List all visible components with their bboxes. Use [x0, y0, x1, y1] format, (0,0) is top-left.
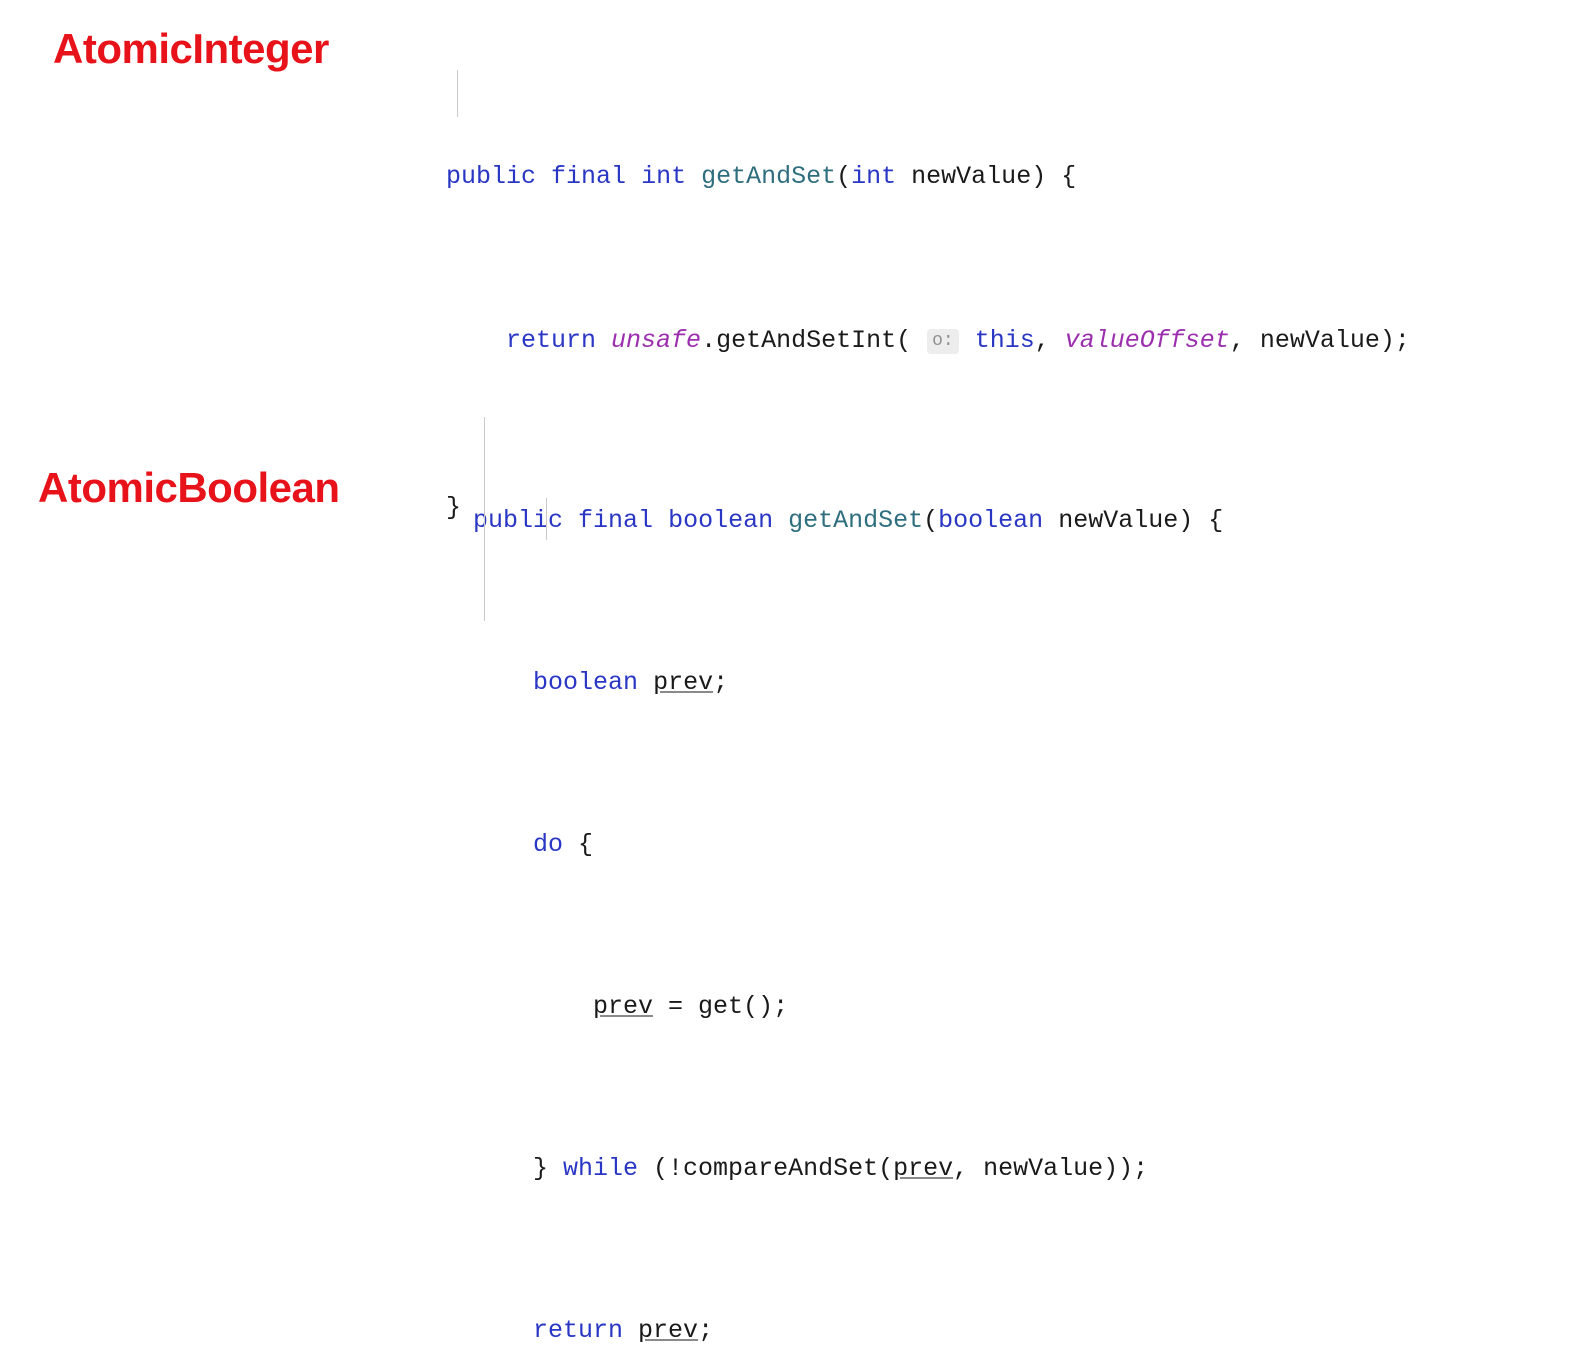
keyword-boolean: boolean [668, 505, 774, 535]
indent-guide [457, 70, 458, 117]
keyword-boolean: boolean [533, 667, 639, 697]
code-line: return unsafe.getAndSetInt( o: this, val… [446, 320, 1410, 364]
comma: , [1229, 326, 1260, 355]
section-label-atomic-integer: AtomicInteger [53, 25, 329, 72]
keyword-return: return [506, 326, 597, 355]
section-label-atomic-boolean: AtomicBoolean [38, 464, 340, 511]
method-name-get-and-set: getAndSet [788, 505, 924, 535]
line-tail: { [563, 829, 594, 859]
call-get-and-set-int: .getAndSetInt( [701, 326, 912, 355]
indent-guide [484, 417, 485, 621]
param-name-new-value: newValue [911, 162, 1032, 191]
arg-new-value: newValue [1259, 326, 1380, 355]
keyword-while: while [563, 1153, 639, 1183]
local-var-prev: prev [893, 1153, 954, 1183]
local-var-prev: prev [653, 667, 714, 697]
local-var-prev: prev [638, 1315, 699, 1345]
line-tail: ); [1379, 326, 1410, 355]
field-value-offset: valueOffset [1064, 326, 1230, 355]
code-line: } while (!compareAndSet(prev, newValue))… [473, 1149, 1223, 1190]
local-var-prev: prev [593, 991, 654, 1021]
line-tail: ; [713, 667, 729, 697]
code-line: boolean prev; [473, 663, 1223, 704]
code-line: public final int getAndSet(int newValue)… [446, 156, 1410, 197]
line-tail: ) { [1031, 162, 1077, 191]
keyword-public: public [473, 505, 564, 535]
code-line: return prev; [473, 1311, 1223, 1352]
closing-brace: } [446, 493, 462, 522]
parameter-hint-badge[interactable]: o: [927, 329, 959, 354]
paren-open: ( [836, 162, 852, 191]
keyword-final: final [578, 505, 654, 535]
param-type-int: int [851, 162, 897, 191]
slide-canvas: { "colors": { "label_red": "#e8131a", "k… [0, 0, 1582, 1345]
keyword-do: do [533, 829, 564, 859]
line-tail: , newValue)); [953, 1153, 1149, 1183]
line-tail: = get(); [653, 991, 789, 1021]
paren-open: ( [923, 505, 939, 535]
indent-guide [546, 498, 547, 540]
code-line: do { [473, 825, 1223, 866]
keyword-int: int [641, 162, 687, 191]
keyword-return: return [533, 1315, 624, 1345]
code-block-atomic-boolean[interactable]: public final boolean getAndSet(boolean n… [473, 379, 1223, 1368]
keyword-final: final [551, 162, 627, 191]
keyword-public: public [446, 162, 537, 191]
method-name-get-and-set: getAndSet [701, 162, 837, 191]
closing-brace: } [533, 1153, 564, 1183]
field-unsafe: unsafe [611, 326, 702, 355]
line-tail: ; [698, 1315, 714, 1345]
comma: , [1034, 326, 1065, 355]
keyword-this: this [974, 326, 1035, 355]
line-tail: ) { [1178, 505, 1224, 535]
param-name-new-value: newValue [1058, 505, 1179, 535]
code-line: prev = get(); [473, 987, 1223, 1028]
call-compare-and-set: (!compareAndSet( [638, 1153, 894, 1183]
param-type-boolean: boolean [938, 505, 1044, 535]
code-line: public final boolean getAndSet(boolean n… [473, 501, 1223, 542]
